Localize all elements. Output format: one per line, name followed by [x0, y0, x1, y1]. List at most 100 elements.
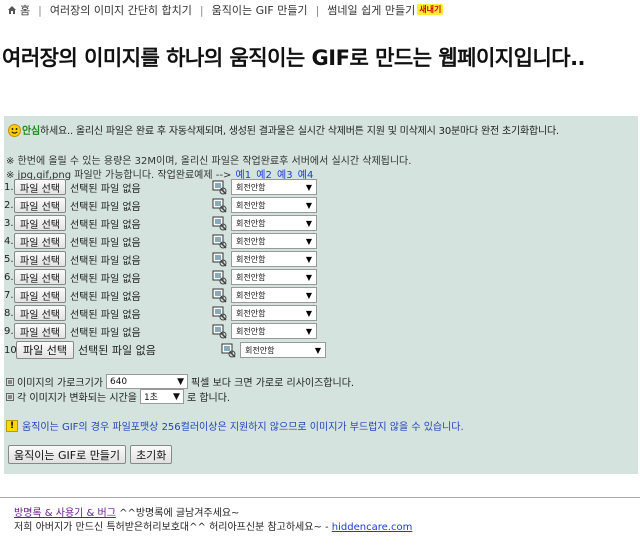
- create-gif-button[interactable]: 움직이는 GIF로 만들기: [8, 445, 127, 464]
- top-nav-bar: 홈 | 여러장의 이미지 간단히 합치기 | 움직이는 GIF 만들기 | 썸네…: [0, 0, 640, 20]
- file-status: 선택된 파일 없음: [69, 219, 141, 231]
- rotation-select[interactable]: 회전안함 ▼: [230, 287, 317, 303]
- choose-file-button[interactable]: 파일 선택: [14, 215, 66, 231]
- width-select[interactable]: 640 ▼: [105, 374, 188, 389]
- file-row: 10 파일 선택 선택된 파일 없음 회전안함 ▼: [4, 341, 326, 359]
- footer-divider: [0, 497, 640, 498]
- nav-separator: |: [315, 3, 320, 17]
- file-status: 선택된 파일 없음: [69, 273, 141, 285]
- rotation-select[interactable]: 회전안함 ▼: [230, 179, 317, 195]
- rotation-value: 회전안함: [235, 182, 266, 192]
- chevron-down-icon: ▼: [305, 290, 312, 300]
- file-row: 9. 파일 선택 선택된 파일 없음 회전안함 ▼: [4, 322, 317, 340]
- rotate-icon: [212, 234, 227, 249]
- file-status: 선택된 파일 없음: [69, 327, 141, 339]
- interval-option: 각 이미지가 변화되는 시간을 1초 ▼ 로 합니다.: [6, 389, 230, 404]
- choose-file-button[interactable]: 파일 선택: [14, 179, 66, 195]
- rotation-select[interactable]: 회전안함 ▼: [230, 251, 317, 267]
- rotate-icon: [212, 216, 227, 231]
- footer-promo: 저희 아버지가 만드신 특허받은허리보호대^^ 허리아프신분 참고하세요~ - …: [14, 518, 412, 533]
- row-number: 2.: [4, 199, 14, 211]
- chevron-down-icon: ▼: [305, 308, 312, 318]
- rotation-select[interactable]: 회전안함 ▼: [239, 342, 326, 358]
- chevron-down-icon: ▼: [314, 345, 321, 355]
- bullet-icon: [6, 392, 14, 401]
- nav-thumbnail-link[interactable]: 썸네일 쉽게 만들기 새내기: [327, 2, 444, 18]
- file-row: 5. 파일 선택 선택된 파일 없음 회전안함 ▼: [4, 250, 317, 268]
- interval-prefix: 각 이미지가 변화되는 시간을: [17, 393, 137, 404]
- row-number: 1.: [4, 181, 14, 193]
- rotation-select[interactable]: 회전안함 ▼: [230, 215, 317, 231]
- choose-file-button[interactable]: 파일 선택: [14, 305, 66, 321]
- choose-file-button[interactable]: 파일 선택: [14, 269, 66, 285]
- chevron-down-icon: ▼: [305, 236, 312, 246]
- chevron-down-icon: ▼: [173, 391, 180, 402]
- form-actions: 움직이는 GIF로 만들기 초기화: [8, 445, 173, 464]
- file-row: 4. 파일 선택 선택된 파일 없음 회전안함 ▼: [4, 232, 317, 250]
- nav-thumbnail-label: 썸네일 쉽게 만들기: [327, 4, 416, 17]
- choose-file-button[interactable]: 파일 선택: [16, 341, 74, 359]
- choose-file-button[interactable]: 파일 선택: [14, 251, 66, 267]
- choose-file-button[interactable]: 파일 선택: [14, 233, 66, 249]
- chevron-down-icon: ▼: [305, 182, 312, 192]
- nav-gif-link[interactable]: 움직이는 GIF 만들기: [212, 2, 308, 18]
- rotation-select[interactable]: 회전안함 ▼: [230, 269, 317, 285]
- nav-merge-link[interactable]: 여러장의 이미지 간단히 합치기: [50, 2, 192, 18]
- nav-separator: |: [38, 3, 42, 17]
- choose-file-button[interactable]: 파일 선택: [14, 287, 66, 303]
- rotation-select[interactable]: 회전안함 ▼: [230, 197, 317, 213]
- nav-home-label: 홈: [20, 4, 31, 17]
- color-warning: ! 움직이는 GIF의 경우 파일포맷상 256컬러이상은 지원하지 않으므로 …: [6, 418, 464, 433]
- width-value: 640: [109, 376, 128, 387]
- top-navigation: 홈 | 여러장의 이미지 간단히 합치기 | 움직이는 GIF 만들기 | 썸네…: [0, 0, 640, 22]
- row-number: 6.: [4, 271, 14, 283]
- chevron-down-icon: ▼: [305, 218, 312, 228]
- file-status: 선택된 파일 없음: [69, 291, 141, 303]
- file-status: 선택된 파일 없음: [69, 255, 141, 267]
- file-status: 선택된 파일 없음: [69, 309, 141, 321]
- reset-button[interactable]: 초기화: [130, 445, 173, 464]
- rotate-icon: [212, 270, 227, 285]
- nav-home-link[interactable]: 홈: [7, 2, 30, 18]
- rotation-select[interactable]: 회전안함 ▼: [230, 233, 317, 249]
- rotation-value: 회전안함: [235, 290, 266, 300]
- choose-file-button[interactable]: 파일 선택: [14, 197, 66, 213]
- upload-form-panel: 안심하세요.. 올리신 파일은 완료 후 자동삭제되며, 생성된 결과물은 실시…: [4, 116, 638, 474]
- interval-value: 1초: [143, 393, 158, 403]
- warning-text: 움직이는 GIF의 경우 파일포맷상 256컬러이상은 지원하지 않으므로 이미…: [22, 422, 464, 433]
- page-title: 여러장의 이미지를 하나의 움직이는 GIF로 만드는 웹페이지입니다..: [2, 46, 586, 70]
- rotate-icon: [212, 306, 227, 321]
- chevron-down-icon: ▼: [177, 376, 184, 387]
- chevron-down-icon: ▼: [305, 326, 312, 336]
- rotation-value: 회전안함: [244, 345, 275, 355]
- rotation-value: 회전안함: [235, 218, 266, 228]
- interval-suffix: 로 합니다.: [186, 393, 231, 404]
- row-number: 4.: [4, 235, 14, 247]
- rotate-icon: [212, 198, 227, 213]
- row-number: 10: [4, 344, 17, 356]
- privacy-notice: 안심하세요.. 올리신 파일은 완료 후 자동삭제되며, 생성된 결과물은 실시…: [8, 122, 559, 137]
- file-status: 선택된 파일 없음: [69, 237, 141, 249]
- rotation-value: 회전안함: [235, 236, 266, 246]
- row-number: 3.: [4, 217, 14, 229]
- rotate-icon: [212, 180, 227, 195]
- chevron-down-icon: ▼: [305, 200, 312, 210]
- resize-option: 이미지의 가로크기가 640 ▼ 픽셀 보다 크면 가로로 리사이즈합니다.: [6, 374, 354, 389]
- file-row: 8. 파일 선택 선택된 파일 없음 회전안함 ▼: [4, 304, 317, 322]
- rotation-select[interactable]: 회전안함 ▼: [230, 323, 317, 339]
- nav-separator: |: [199, 3, 204, 17]
- resize-prefix: 이미지의 가로크기가: [17, 378, 103, 389]
- rotation-value: 회전안함: [235, 326, 266, 336]
- rotation-value: 회전안함: [235, 254, 266, 264]
- rotate-icon: [221, 343, 236, 358]
- choose-file-button[interactable]: 파일 선택: [14, 323, 66, 339]
- rotate-icon: [212, 252, 227, 267]
- resize-suffix: 픽셀 보다 크면 가로로 리사이즈합니다.: [190, 378, 355, 389]
- file-status: 선택된 파일 없음: [69, 183, 141, 195]
- rotation-select[interactable]: 회전안함 ▼: [230, 305, 317, 321]
- warning-icon: !: [6, 419, 18, 432]
- hiddencare-link[interactable]: hiddencare.com: [332, 522, 413, 533]
- file-status: 선택된 파일 없음: [77, 344, 156, 357]
- interval-select[interactable]: 1초 ▼: [139, 389, 184, 404]
- rotation-value: 회전안함: [235, 308, 266, 318]
